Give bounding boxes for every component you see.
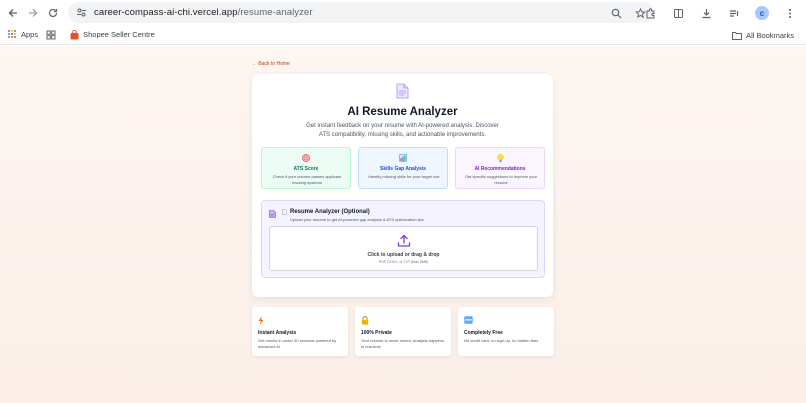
lightning-icon — [258, 316, 264, 325]
shopee-bag-icon — [70, 29, 79, 39]
feature-desc: Check if your resume passes applicant tr… — [272, 174, 342, 185]
feature-title: ATS Score — [293, 166, 319, 172]
benefit-title: Instant Analysis — [258, 330, 297, 336]
back-arrow-icon[interactable] — [3, 3, 23, 23]
all-bookmarks[interactable]: All Bookmarks — [728, 27, 798, 43]
reading-list-icon[interactable] — [668, 3, 688, 23]
all-bookmarks-label: All Bookmarks — [746, 30, 794, 40]
bookmark-apps[interactable]: Apps — [4, 27, 42, 43]
benefit-desc: Get results in under 30 seconds powered … — [258, 338, 337, 349]
bookmark-shopee[interactable]: Shopee Seller Centre — [66, 27, 159, 43]
back-to-home-link[interactable]: ← Back to Home — [252, 61, 290, 67]
url-text: career-compass-ai-chi.vercel.app/resume-… — [94, 7, 313, 18]
extensions-icon[interactable] — [640, 3, 660, 23]
feature-desc: Identify missing skills for your target … — [368, 174, 440, 179]
benefit-instant-analysis: Instant Analysis Get results in under 30… — [252, 307, 348, 356]
download-icon[interactable] — [696, 3, 716, 23]
menu-kebab-icon[interactable] — [780, 3, 800, 23]
apps-grid-icon — [8, 30, 17, 39]
benefit-title: Completely Free — [464, 330, 503, 336]
zoom-search-icon[interactable] — [606, 3, 626, 23]
lightbulb-icon — [496, 154, 504, 163]
feature-title: AI Recommendations — [474, 166, 526, 172]
page-title: AI Resume Analyzer — [347, 106, 458, 118]
dropzone-hint: PDF, DOCX, or TXT (Max 5MB) — [378, 260, 429, 264]
site-settings-icon[interactable] — [72, 4, 90, 22]
address-bar[interactable]: career-compass-ai-chi.vercel.app/resume-… — [68, 2, 654, 23]
profile-avatar[interactable]: c — [752, 3, 772, 23]
page-subtitle: Get instant feedback on your resume with… — [306, 123, 499, 138]
target-icon — [302, 154, 310, 162]
folder-icon — [732, 31, 743, 40]
upload-icon — [397, 234, 411, 247]
upload-subtitle: Upload your resume to get AI-powered gap… — [290, 217, 424, 222]
resume-upload-section: Resume Analyzer (Optional) Upload your r… — [261, 200, 545, 278]
bookmarks-bar: Apps Shopee Seller Centre All Bookmarks — [0, 25, 806, 45]
feature-ai-recommendations: AI Recommendations Get specific suggesti… — [455, 147, 545, 189]
tab-groups-icon[interactable] — [42, 27, 60, 43]
benefit-private: 100% Private Your resume is never stored… — [355, 307, 451, 356]
bar-chart-icon — [399, 154, 407, 162]
benefit-title: 100% Private — [361, 330, 392, 336]
analyzer-card: AI Resume Analyzer Get instant feedback … — [252, 74, 553, 297]
reload-icon[interactable] — [43, 3, 63, 23]
file-dropzone[interactable]: Click to upload or drag & drop PDF, DOCX… — [269, 226, 538, 271]
small-document-icon — [282, 209, 287, 215]
feature-title: Skills Gap Analysis — [380, 166, 426, 172]
upload-title-text: Resume Analyzer (Optional) — [290, 209, 370, 215]
lock-icon — [361, 316, 369, 325]
upload-title: Resume Analyzer (Optional) — [282, 209, 370, 215]
dropzone-cta: Click to upload or drag & drop — [367, 252, 440, 258]
page-content: ← Back to Home AI Resume Analyzer Get in… — [0, 46, 806, 403]
bookmark-label: Apps — [21, 30, 39, 39]
feature-ats-score: ATS Score Check if your resume passes ap… — [261, 147, 351, 189]
free-badge-icon — [464, 316, 473, 324]
file-purple-icon — [269, 210, 276, 218]
bookmark-label: Shopee Seller Centre — [83, 30, 155, 39]
feature-skills-gap: Skills Gap Analysis Identify missing ski… — [358, 147, 448, 189]
benefit-free: Completely Free No credit card, no sign-… — [458, 307, 554, 356]
feature-desc: Get specific suggestions to improve your… — [464, 174, 538, 185]
document-icon — [396, 83, 409, 99]
benefit-desc: Your resume is never stored. Analysis ha… — [361, 338, 445, 349]
browser-toolbar: career-compass-ai-chi.vercel.app/resume-… — [0, 0, 806, 25]
forward-arrow-icon[interactable] — [23, 3, 43, 23]
media-control-icon[interactable] — [724, 3, 744, 23]
benefit-desc: No credit card, no sign-up, no hidden fe… — [464, 338, 539, 343]
